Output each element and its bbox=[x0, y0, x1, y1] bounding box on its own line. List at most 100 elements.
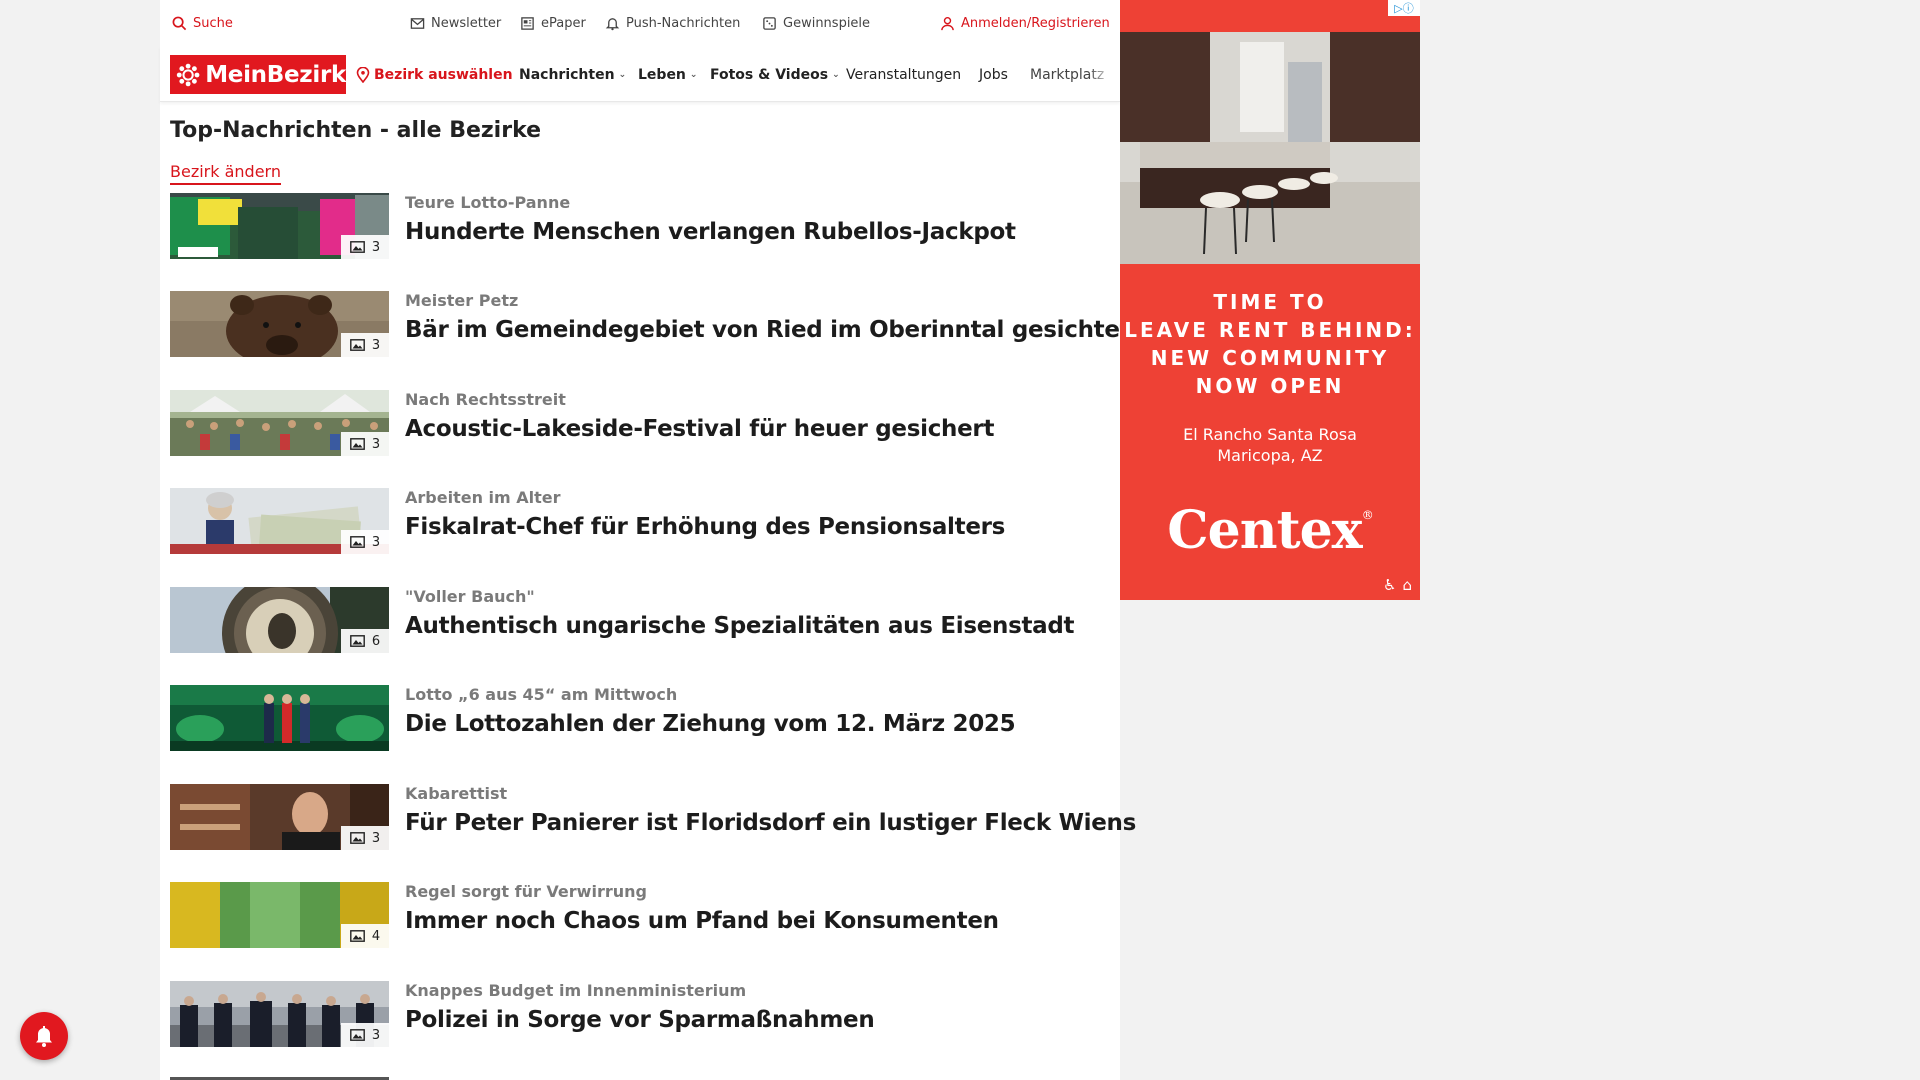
nav-item-marktplatz[interactable]: Marktplatz bbox=[1030, 66, 1114, 84]
gallery-count: 3 bbox=[371, 830, 381, 846]
article-kicker: Kabarettist bbox=[405, 784, 508, 803]
article-item[interactable]: 6 "Voller Bauch" Authentisch ungarische … bbox=[170, 587, 1110, 655]
nav-item-fotos-videos[interactable]: Fotos & Videos ⌄ bbox=[710, 66, 840, 84]
article-item[interactable]: 3 Teure Lotto-Panne Hunderte Menschen ve… bbox=[170, 193, 1110, 261]
article-headline[interactable]: Hunderte Menschen verlangen Rubellos-Jac… bbox=[405, 219, 1016, 245]
ad-brand-logo: Centex® bbox=[1120, 500, 1420, 561]
push-notifications-link[interactable]: Push-Nachrichten bbox=[605, 14, 740, 32]
nav-item-label: Jobs bbox=[979, 67, 1008, 83]
nav-item-label: Fotos & Videos bbox=[710, 67, 829, 83]
nav-item-label: Marktplatz bbox=[1030, 67, 1105, 83]
main-navigation: MeinBezirk Bezirk auswählen Nachrichten ⌄… bbox=[160, 46, 1120, 102]
change-district-link[interactable]: Bezirk ändern bbox=[170, 162, 281, 185]
gallery-icon bbox=[349, 241, 365, 253]
gallery-badge: 3 bbox=[341, 235, 389, 259]
ad-headline-line: NEW COMMUNITY bbox=[1150, 346, 1390, 370]
search-icon bbox=[172, 16, 187, 30]
gallery-count: 3 bbox=[371, 337, 381, 353]
article-kicker: Knappes Budget im Innenministerium bbox=[405, 981, 747, 1000]
select-district-button[interactable]: Bezirk auswählen bbox=[356, 66, 513, 84]
nav-item-label: Veranstaltungen bbox=[846, 67, 962, 83]
chevron-down-icon: ⌄ bbox=[618, 70, 627, 80]
gallery-icon bbox=[349, 930, 365, 942]
newsletter-link[interactable]: Newsletter bbox=[410, 14, 501, 32]
nav-item-leben[interactable]: Leben ⌄ bbox=[638, 66, 697, 84]
gallery-icon bbox=[349, 635, 365, 647]
dice-icon bbox=[763, 16, 776, 30]
article-item[interactable]: Lotto „6 aus 45“ am Mittwoch Die Lottoza… bbox=[170, 685, 1110, 753]
article-headline[interactable]: Für Peter Panierer ist Floridsdorf ein l… bbox=[405, 810, 1136, 836]
push-label: Push-Nachrichten bbox=[626, 15, 741, 31]
lotto-studio-image bbox=[170, 685, 389, 751]
ad-headline: TIME TO LEAVE RENT BEHIND: NEW COMMUNITY… bbox=[1120, 288, 1420, 400]
ad-headline-line: LEAVE RENT BEHIND: bbox=[1124, 318, 1416, 342]
article-thumbnail[interactable]: 6 bbox=[170, 587, 389, 653]
games-link[interactable]: Gewinnspiele bbox=[762, 14, 870, 32]
ad-location-line: Maricopa, AZ bbox=[1217, 446, 1323, 465]
gallery-count: 3 bbox=[371, 239, 381, 255]
nav-item-nachrichten[interactable]: Nachrichten ⌄ bbox=[519, 66, 626, 84]
bell-icon bbox=[605, 17, 620, 30]
games-label: Gewinnspiele bbox=[783, 15, 871, 31]
select-district-label: Bezirk auswählen bbox=[374, 67, 513, 83]
gallery-count: 3 bbox=[371, 534, 381, 550]
article-thumbnail[interactable] bbox=[170, 685, 389, 751]
article-thumbnail[interactable]: 4 bbox=[170, 882, 389, 948]
article-kicker: "Voller Bauch" bbox=[405, 587, 535, 606]
article-headline[interactable]: Polizei in Sorge vor Sparmaßnahmen bbox=[405, 1007, 875, 1033]
article-headline[interactable]: Acoustic-Lakeside-Festival für heuer ges… bbox=[405, 416, 994, 442]
notification-bell-button[interactable] bbox=[20, 1012, 68, 1060]
gallery-count: 6 bbox=[371, 633, 381, 649]
article-item[interactable]: 3 Nach Rechtsstreit Acoustic-Lakeside-Fe… bbox=[170, 390, 1110, 458]
search-button[interactable]: Suche bbox=[172, 14, 233, 32]
gallery-badge: 3 bbox=[341, 530, 389, 554]
gallery-count: 3 bbox=[371, 436, 381, 452]
article-thumbnail[interactable]: 3 bbox=[170, 193, 389, 259]
logo-text: MeinBezirk bbox=[205, 61, 346, 88]
epaper-link[interactable]: ePaper bbox=[520, 14, 586, 32]
ad-location: El Rancho Santa Rosa Maricopa, AZ bbox=[1120, 424, 1420, 466]
article-kicker: Regel sorgt für Verwirrung bbox=[405, 882, 647, 901]
article-headline[interactable]: Bär im Gemeindegebiet von Ried im Oberin… bbox=[405, 317, 1131, 343]
article-thumbnail[interactable]: 3 bbox=[170, 488, 389, 554]
ad-location-line: El Rancho Santa Rosa bbox=[1183, 425, 1357, 444]
location-pin-icon bbox=[356, 67, 370, 83]
gallery-icon bbox=[349, 438, 365, 450]
article-item[interactable]: 4 Regel sorgt für Verwirrung Immer noch … bbox=[170, 882, 1110, 950]
utility-bar: Suche Newsletter ePaper Push-Nachrichten… bbox=[160, 0, 1120, 46]
article-headline[interactable]: Die Lottozahlen der Ziehung vom 12. März… bbox=[405, 711, 1016, 737]
article-thumbnail[interactable]: 3 bbox=[170, 390, 389, 456]
chevron-down-icon: ⌄ bbox=[689, 70, 698, 80]
ad-headline-line: TIME TO bbox=[1213, 290, 1327, 314]
nav-item-veranstaltungen[interactable]: Veranstaltungen bbox=[846, 66, 961, 84]
article-thumbnail[interactable]: 3 bbox=[170, 291, 389, 357]
article-headline[interactable]: Authentisch ungarische Spezialitäten aus… bbox=[405, 613, 1075, 639]
login-label: Anmelden/Registrieren bbox=[961, 15, 1110, 31]
sun-logo-icon bbox=[176, 63, 200, 86]
article-item[interactable]: 3 Arbeiten im Alter Fiskalrat-Chef für E… bbox=[170, 488, 1110, 556]
equal-housing-icon: ⌂ bbox=[1402, 576, 1412, 594]
nav-item-jobs[interactable]: Jobs bbox=[979, 66, 1008, 84]
login-link[interactable]: Anmelden/Registrieren bbox=[940, 14, 1110, 32]
kitchen-photo bbox=[1120, 32, 1420, 264]
advertisement-banner[interactable]: ▷ⓘ TIME TO LEAVE RENT BEHIND: NEW COMMUN… bbox=[1120, 0, 1420, 600]
gallery-badge: 3 bbox=[341, 333, 389, 357]
adchoices-icon[interactable]: ▷ⓘ bbox=[1388, 0, 1420, 16]
registered-mark: ® bbox=[1361, 508, 1374, 522]
page-title: Top-Nachrichten - alle Bezirke bbox=[170, 118, 542, 143]
article-headline[interactable]: Fiskalrat-Chef für Erhöhung des Pensions… bbox=[405, 514, 1005, 540]
article-kicker: Lotto „6 aus 45“ am Mittwoch bbox=[405, 685, 678, 704]
article-thumbnail[interactable]: 3 bbox=[170, 981, 389, 1047]
bell-icon bbox=[36, 1026, 52, 1047]
article-item[interactable]: 3 Meister Petz Bär im Gemeindegebiet von… bbox=[170, 291, 1131, 359]
search-label: Suche bbox=[193, 15, 233, 31]
site-logo[interactable]: MeinBezirk bbox=[170, 55, 346, 94]
article-item[interactable]: 3 Kabarettist Für Peter Panierer ist Flo… bbox=[170, 784, 1136, 852]
article-thumbnail[interactable]: 3 bbox=[170, 784, 389, 850]
article-item[interactable]: 3 Knappes Budget im Innenministerium Pol… bbox=[170, 981, 1110, 1049]
article-headline[interactable]: Immer noch Chaos um Pfand bei Konsumente… bbox=[405, 908, 999, 934]
article-kicker: Arbeiten im Alter bbox=[405, 488, 561, 507]
newspaper-icon bbox=[521, 16, 534, 30]
nav-item-label: Nachrichten bbox=[519, 67, 615, 83]
nav-item-label: Leben bbox=[638, 67, 686, 83]
